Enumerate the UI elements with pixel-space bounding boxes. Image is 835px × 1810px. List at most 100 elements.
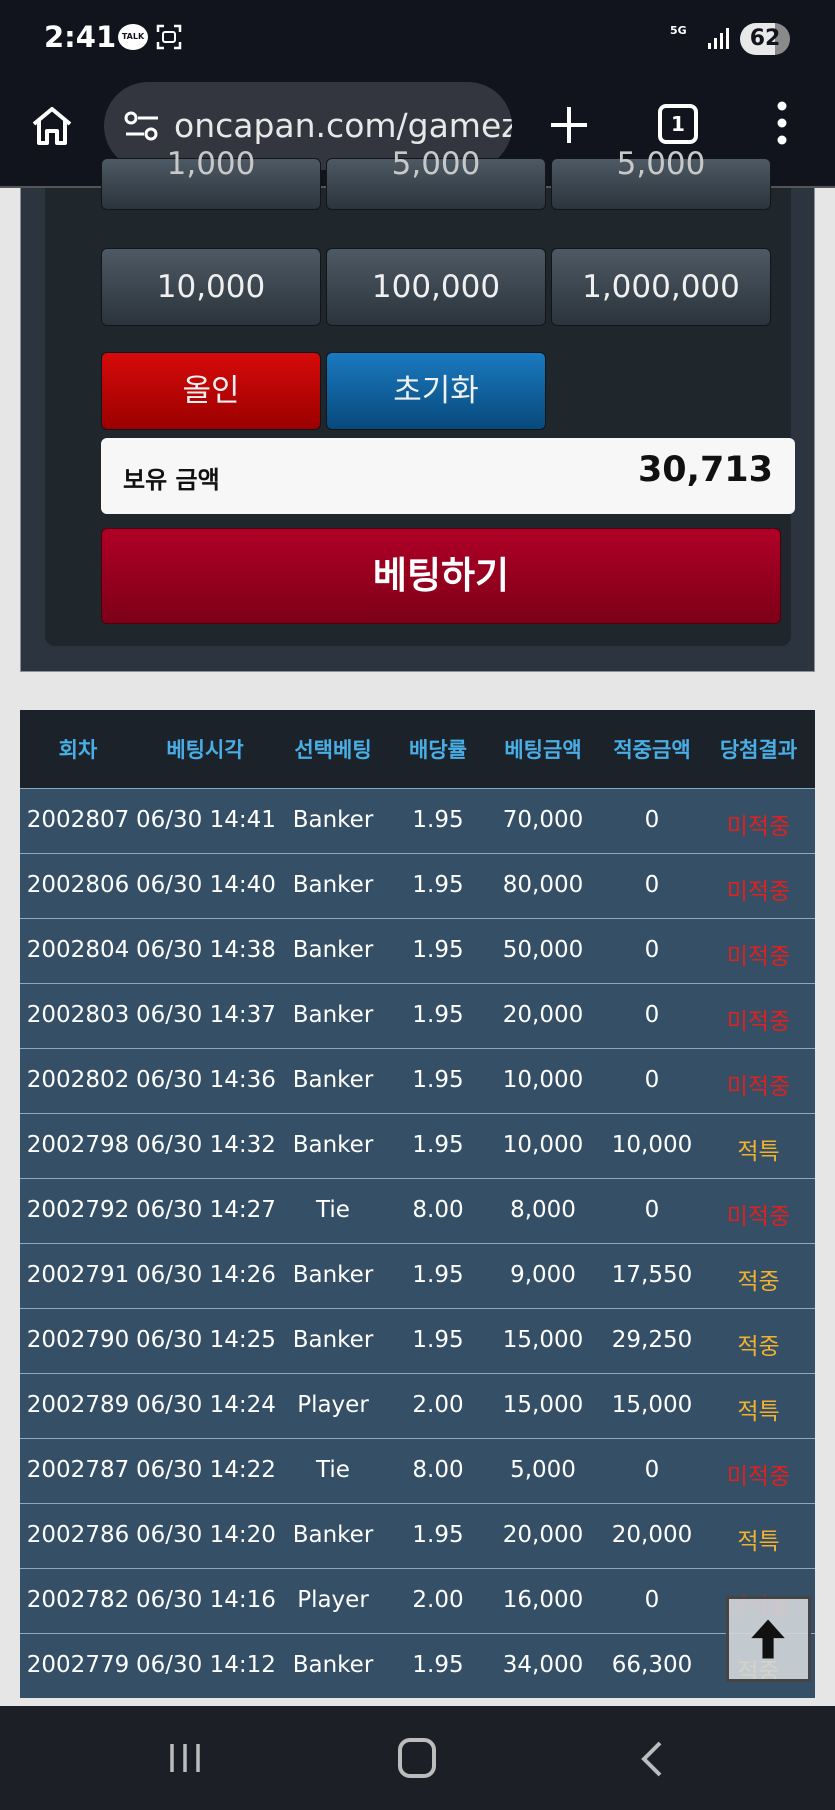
cell-time: 06/30 14:25 xyxy=(136,1327,276,1353)
cell-pick: Player xyxy=(297,1587,369,1613)
cell-stake: 16,000 xyxy=(502,1587,584,1613)
table-row: 2002791 06/30 14:26 Banker 1.95 9,000 17,550 적… xyxy=(20,1243,815,1308)
cell-payout: 0 xyxy=(644,1457,660,1483)
cell-pick: Banker xyxy=(292,1652,374,1678)
table-row: 2002790 06/30 14:25 Banker 1.95 15,000 29,250… xyxy=(20,1308,815,1373)
url-text[interactable]: oncapan.com/gamez xyxy=(174,106,512,145)
chip-button-1000000[interactable]: 1,000,000 xyxy=(551,248,771,326)
cell-odds: 1.95 xyxy=(412,1067,464,1093)
cell-stake: 20,000 xyxy=(502,1522,584,1548)
cell-time: 06/30 14:40 xyxy=(136,872,276,898)
cell-payout: 29,250 xyxy=(611,1327,693,1353)
table-row: 2002787 06/30 14:22 Tie 8.00 5,000 0 미적중 xyxy=(20,1438,815,1503)
cell-payout: 0 xyxy=(644,1197,660,1223)
balance-box: 보유 금액 30,713 xyxy=(101,438,795,514)
bet-panel-inner: 1,000 5,000 5,000 10,000 100,000 1,000,0… xyxy=(45,149,795,646)
table-row: 2002789 06/30 14:24 Player 2.00 15,000 15,000… xyxy=(20,1373,815,1438)
column-header-time: 베팅시각 xyxy=(166,738,244,762)
cell-odds: 1.95 xyxy=(412,1262,464,1288)
allin-button[interactable]: 올인 xyxy=(101,352,321,430)
cell-time: 06/30 14:37 xyxy=(136,1002,276,1028)
table-row: 2002798 06/30 14:32 Banker 1.95 10,000 10,000… xyxy=(20,1113,815,1178)
cell-pick: Banker xyxy=(292,1327,374,1353)
cell-odds: 1.95 xyxy=(412,1652,464,1678)
cell-round: 2002786 xyxy=(26,1522,130,1548)
cell-round: 2002782 xyxy=(26,1587,130,1613)
cell-result: 적특 xyxy=(737,1529,780,1555)
table-header: 회차 베팅시각 선택베팅 배당률 베팅금액 적중금액 당첨결과 xyxy=(20,710,815,788)
cell-result: 미적중 xyxy=(726,1204,791,1230)
cell-round: 2002779 xyxy=(26,1652,130,1678)
table-row: 2002782 06/30 14:16 Player 2.00 16,000 0 미적중 xyxy=(20,1568,815,1633)
cell-result: 미적중 xyxy=(726,1464,791,1490)
cell-result: 미적중 xyxy=(726,1074,791,1100)
home-icon[interactable] xyxy=(30,104,74,148)
signal-icon xyxy=(708,28,729,49)
cell-pick: Player xyxy=(297,1392,369,1418)
table-row: 2002806 06/30 14:40 Banker 1.95 80,000 0 미적중 xyxy=(20,853,815,918)
table-row: 2002803 06/30 14:37 Banker 1.95 20,000 0 미적중 xyxy=(20,983,815,1048)
cell-odds: 1.95 xyxy=(412,1002,464,1028)
more-menu-icon[interactable] xyxy=(772,100,792,146)
cell-stake: 50,000 xyxy=(502,937,584,963)
recents-icon[interactable] xyxy=(168,1742,202,1774)
chip-button-10000[interactable]: 10,000 xyxy=(101,248,321,326)
cell-odds: 1.95 xyxy=(412,1327,464,1353)
cell-round: 2002792 xyxy=(26,1197,130,1223)
chip-button-5000[interactable]: 5,000 xyxy=(326,149,546,210)
cell-odds: 8.00 xyxy=(412,1457,464,1483)
cell-round: 2002807 xyxy=(26,807,130,833)
cell-odds: 1.95 xyxy=(412,1522,464,1548)
cell-stake: 34,000 xyxy=(502,1652,584,1678)
cell-payout: 0 xyxy=(644,1067,660,1093)
cell-stake: 10,000 xyxy=(502,1067,584,1093)
cell-round: 2002790 xyxy=(26,1327,130,1353)
reset-button[interactable]: 초기화 xyxy=(326,352,546,430)
column-header-result: 당첨결과 xyxy=(719,738,798,762)
column-header-payout: 적중금액 xyxy=(613,738,691,762)
system-navigation-bar xyxy=(0,1706,835,1810)
cell-pick: Banker xyxy=(292,1132,374,1158)
chip-button-100000[interactable]: 100,000 xyxy=(326,248,546,326)
chip-button-1000[interactable]: 1,000 xyxy=(101,149,321,210)
back-icon[interactable] xyxy=(640,1740,664,1778)
cell-pick: Banker xyxy=(292,807,374,833)
cell-odds: 8.00 xyxy=(412,1197,464,1223)
site-settings-icon[interactable] xyxy=(124,110,160,142)
balance-value: 30,713 xyxy=(637,450,773,490)
table-row: 2002802 06/30 14:36 Banker 1.95 10,000 0 미적중 xyxy=(20,1048,815,1113)
cell-pick: Banker xyxy=(292,872,374,898)
cell-round: 2002787 xyxy=(26,1457,130,1483)
cell-stake: 70,000 xyxy=(502,807,584,833)
network-5g-icon: 5G xyxy=(670,24,687,37)
cell-odds: 1.95 xyxy=(412,937,464,963)
kakaotalk-notification-icon: TALK xyxy=(118,24,148,50)
chip-button-5000b[interactable]: 5,000 xyxy=(551,149,771,210)
cell-payout: 0 xyxy=(644,937,660,963)
cell-odds: 2.00 xyxy=(412,1392,464,1418)
cell-result: 미적중 xyxy=(726,814,791,840)
nav-home-icon[interactable] xyxy=(398,1738,436,1778)
place-bet-button[interactable]: 베팅하기 xyxy=(101,528,781,624)
cell-stake: 20,000 xyxy=(502,1002,584,1028)
cell-round: 2002806 xyxy=(26,872,130,898)
cell-stake: 15,000 xyxy=(502,1392,584,1418)
cell-round: 2002803 xyxy=(26,1002,130,1028)
cell-payout: 20,000 xyxy=(611,1522,693,1548)
table-row: 2002804 06/30 14:38 Banker 1.95 50,000 0 미적중 xyxy=(20,918,815,983)
cell-result: 적특 xyxy=(737,1139,780,1165)
cell-stake: 5,000 xyxy=(510,1457,576,1483)
cell-round: 2002789 xyxy=(26,1392,130,1418)
scroll-to-top-button[interactable] xyxy=(726,1596,811,1682)
cell-payout: 0 xyxy=(644,1587,660,1613)
cell-pick: Banker xyxy=(292,1262,374,1288)
cell-pick: Banker xyxy=(292,937,374,963)
cell-time: 06/30 14:12 xyxy=(136,1652,276,1678)
table-row: 2002779 06/30 14:12 Banker 1.95 34,000 66,300… xyxy=(20,1633,815,1698)
cell-result: 적특 xyxy=(737,1399,780,1425)
cell-stake: 9,000 xyxy=(510,1262,576,1288)
cell-payout: 17,550 xyxy=(611,1262,693,1288)
new-tab-icon[interactable] xyxy=(548,104,590,146)
cell-time: 06/30 14:32 xyxy=(136,1132,276,1158)
tab-switcher-button[interactable]: 1 xyxy=(658,104,698,144)
